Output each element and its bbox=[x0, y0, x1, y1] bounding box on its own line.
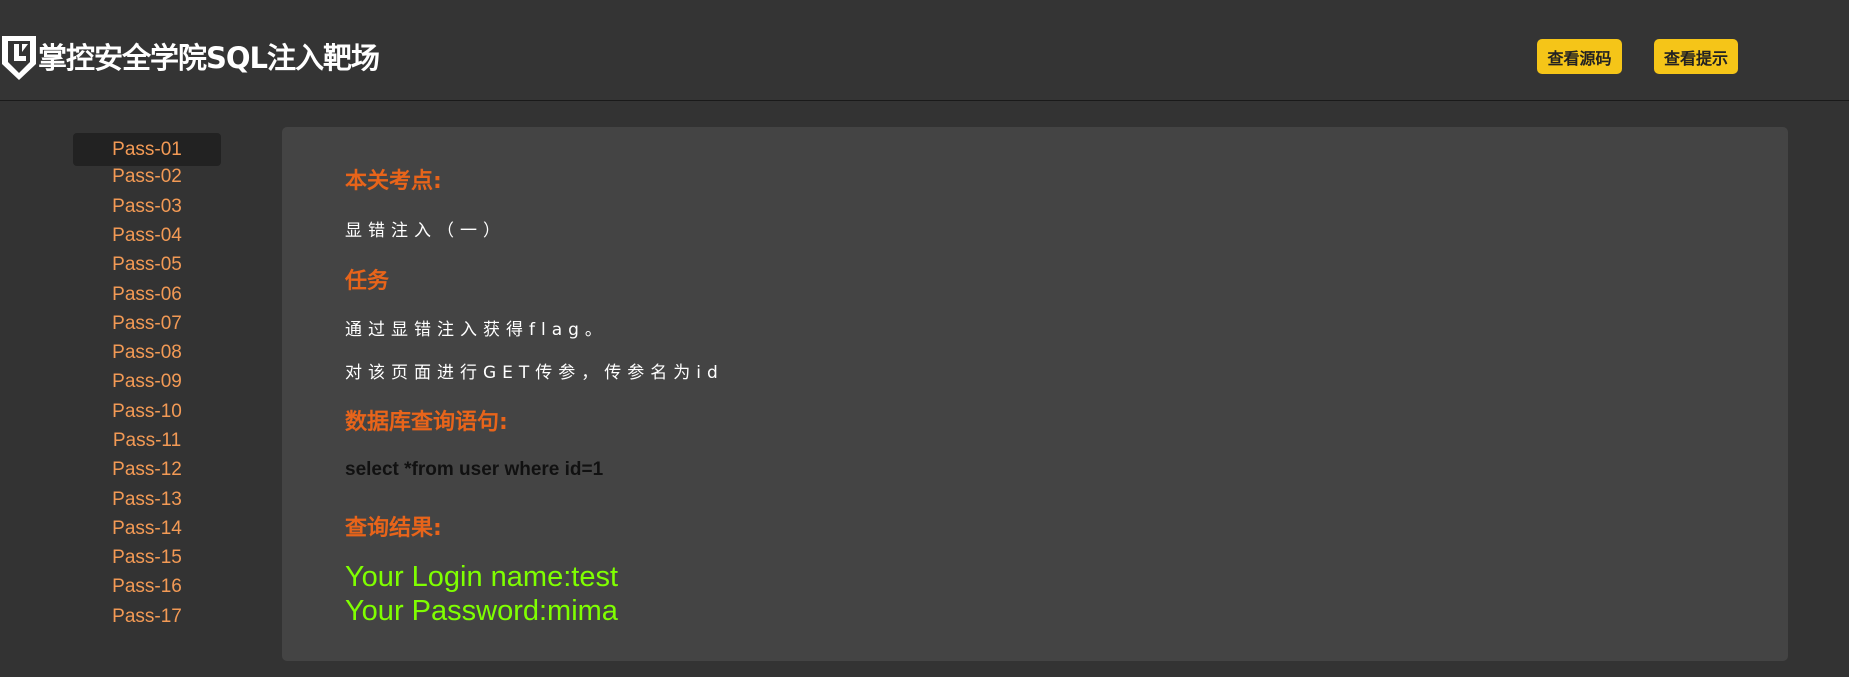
sidebar-item-pass-04[interactable]: Pass-04 bbox=[73, 221, 221, 250]
view-source-button[interactable]: 查看源码 bbox=[1537, 39, 1622, 74]
sidebar-item-pass-03[interactable]: Pass-03 bbox=[73, 192, 221, 221]
sidebar-item-pass-09[interactable]: Pass-09 bbox=[73, 367, 221, 396]
key-point-text: 显错注入（一） bbox=[345, 221, 506, 241]
sidebar-item-pass-01[interactable]: Pass-01 bbox=[73, 133, 221, 166]
content-panel: 本关考点: 显错注入（一） 任务 通过显错注入获得flag。 对该页面进行GET… bbox=[282, 127, 1788, 661]
sidebar-item-pass-07[interactable]: Pass-07 bbox=[73, 309, 221, 338]
view-hint-button[interactable]: 查看提示 bbox=[1654, 39, 1738, 74]
task-line-1: 通过显错注入获得flag。 bbox=[345, 320, 608, 340]
sidebar-item-pass-11[interactable]: Pass-11 bbox=[73, 426, 221, 455]
result-login-name: Your Login name:test bbox=[345, 561, 619, 593]
sidebar-item-pass-12[interactable]: Pass-12 bbox=[73, 455, 221, 484]
result-heading: 查询结果: bbox=[345, 516, 442, 541]
task-heading: 任务 bbox=[345, 269, 390, 294]
sidebar-item-pass-05[interactable]: Pass-05 bbox=[73, 250, 221, 279]
site-logo[interactable]: 掌控安全学院SQL注入靶场 bbox=[0, 34, 380, 82]
top-header: 掌控安全学院SQL注入靶场 查看源码 查看提示 bbox=[0, 0, 1849, 101]
sidebar-item-pass-16[interactable]: Pass-16 bbox=[73, 572, 221, 601]
sidebar-item-pass-15[interactable]: Pass-15 bbox=[73, 543, 221, 572]
sidebar-item-pass-06[interactable]: Pass-06 bbox=[73, 280, 221, 309]
shield-logo-icon bbox=[2, 36, 36, 80]
sidebar-item-pass-17[interactable]: Pass-17 bbox=[73, 602, 221, 631]
sidebar-item-pass-08[interactable]: Pass-08 bbox=[73, 338, 221, 367]
sidebar-item-pass-02[interactable]: Pass-02 bbox=[73, 162, 221, 191]
sidebar-item-pass-13[interactable]: Pass-13 bbox=[73, 485, 221, 514]
task-line-2: 对该页面进行GET传参，传参名为id bbox=[345, 363, 724, 383]
sidebar-item-pass-14[interactable]: Pass-14 bbox=[73, 514, 221, 543]
query-heading: 数据库查询语句: bbox=[345, 410, 508, 435]
sidebar-item-pass-10[interactable]: Pass-10 bbox=[73, 397, 221, 426]
level-sidebar: Pass-01 Pass-02 Pass-03 Pass-04 Pass-05 … bbox=[73, 133, 221, 631]
sql-query-text: select *from user where id=1 bbox=[345, 459, 604, 480]
result-password: Your Password:mima bbox=[345, 595, 618, 627]
site-title: 掌控安全学院SQL注入靶场 bbox=[38, 41, 380, 75]
key-point-heading: 本关考点: bbox=[345, 169, 442, 194]
